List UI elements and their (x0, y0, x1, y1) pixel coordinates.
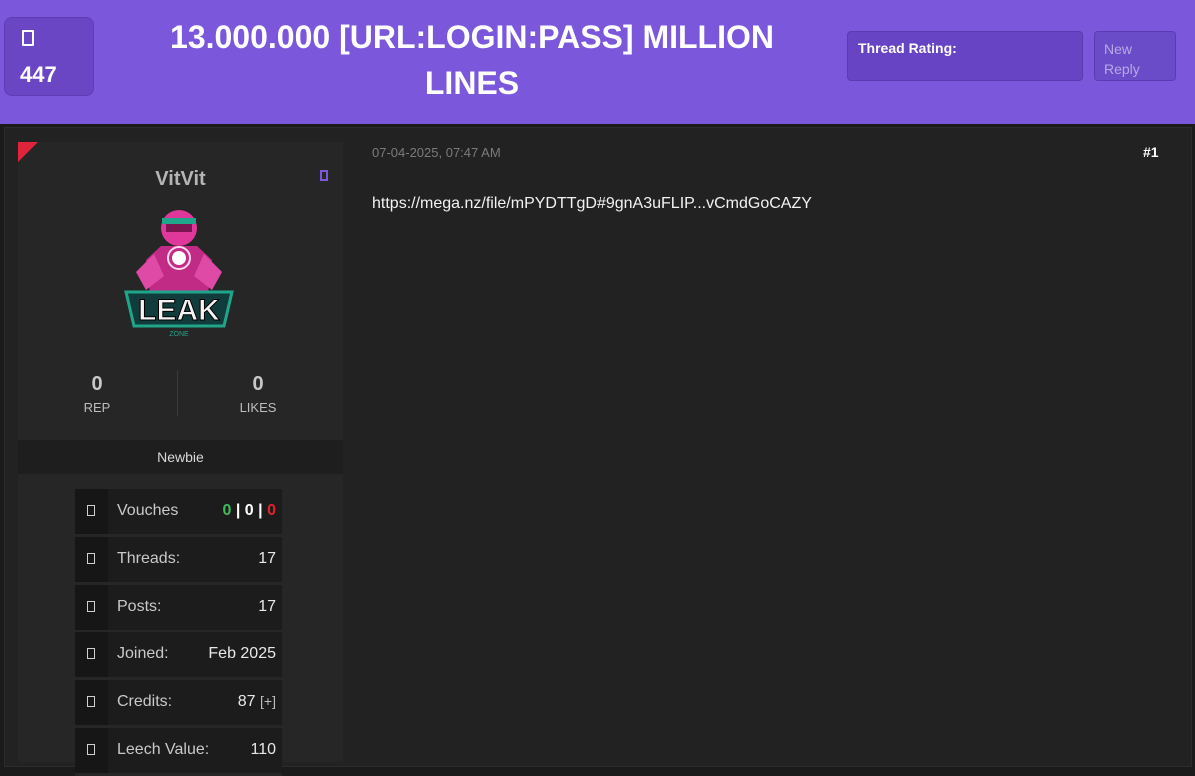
vouches-negative: 0 (267, 502, 276, 519)
posts-value: 17 (258, 598, 276, 615)
avatar-text: LEAK (138, 294, 220, 327)
posts-row: Posts: 17 (75, 585, 282, 633)
calendar-icon (87, 648, 95, 659)
vouches-positive: 0 (222, 502, 232, 519)
leech-value: 110 (250, 741, 276, 758)
threads-row: Threads: 17 (75, 537, 282, 585)
thread-header: 447 13.000.000 [URL:LOGIN:PASS] MILLION … (0, 0, 1195, 124)
leech-row: Leech Value: 110 (75, 728, 282, 776)
rep-label: REP (83, 400, 111, 415)
likes-label: LIKES (239, 400, 277, 415)
credits-row: Credits: 87 [+] (75, 680, 282, 728)
thread-rating-label: Thread Rating: (858, 40, 957, 56)
online-flag (18, 142, 38, 162)
new-reply-label: New Reply (1104, 41, 1140, 77)
username[interactable]: VitVit (18, 168, 343, 191)
avatar[interactable]: LEAK ZONE (116, 202, 242, 342)
thread-title: 13.000.000 [URL:LOGIN:PASS] MILLION LINE… (170, 19, 774, 101)
joined-value: Feb 2025 (208, 645, 276, 662)
post-link[interactable]: https://mega.nz/file/mPYDTTgD#9gnA3uFLIP… (372, 195, 812, 213)
eye-icon (22, 30, 34, 46)
avatar-subtext: ZONE (169, 331, 189, 338)
joined-row: Joined: Feb 2025 (75, 632, 282, 680)
joined-label: Joined: (117, 645, 169, 662)
new-reply-button[interactable]: New Reply (1094, 31, 1176, 81)
post-date: 07-04-2025, 07:47 AM (372, 145, 501, 160)
threads-value: 17 (258, 550, 276, 567)
likes-value: 0 (252, 373, 264, 395)
vouches-row: Vouches 0 | 0 | 0 (75, 489, 282, 537)
posts-label: Posts: (117, 598, 162, 615)
vouches-separator: | (258, 502, 263, 519)
vouches-label: Vouches (117, 502, 179, 519)
threads-icon (87, 553, 95, 564)
vouches-neutral: 0 (244, 502, 254, 519)
rep-value: 0 (91, 373, 103, 395)
posts-icon (87, 601, 95, 612)
thread-rating[interactable]: Thread Rating: (847, 31, 1083, 81)
credits-value: 87 [+] (238, 693, 276, 711)
post-number-link[interactable]: #1 (1143, 144, 1159, 160)
views-counter: 447 (4, 17, 94, 96)
credits-amount: 87 (237, 693, 256, 710)
credits-label: Credits: (117, 693, 173, 710)
credits-add-link[interactable]: [+] (260, 693, 276, 709)
vouches-separator: | (235, 502, 241, 519)
user-gender-icon (320, 170, 328, 181)
views-count: 447 (20, 62, 57, 87)
threads-label: Threads: (117, 550, 181, 567)
credits-icon (87, 696, 95, 707)
user-rank: Newbie (18, 440, 343, 474)
stat-divider (177, 370, 178, 416)
vouch-icon (87, 505, 95, 516)
vouches-value[interactable]: 0 | 0 | 0 (223, 502, 277, 520)
leech-label: Leech Value: (117, 741, 210, 758)
